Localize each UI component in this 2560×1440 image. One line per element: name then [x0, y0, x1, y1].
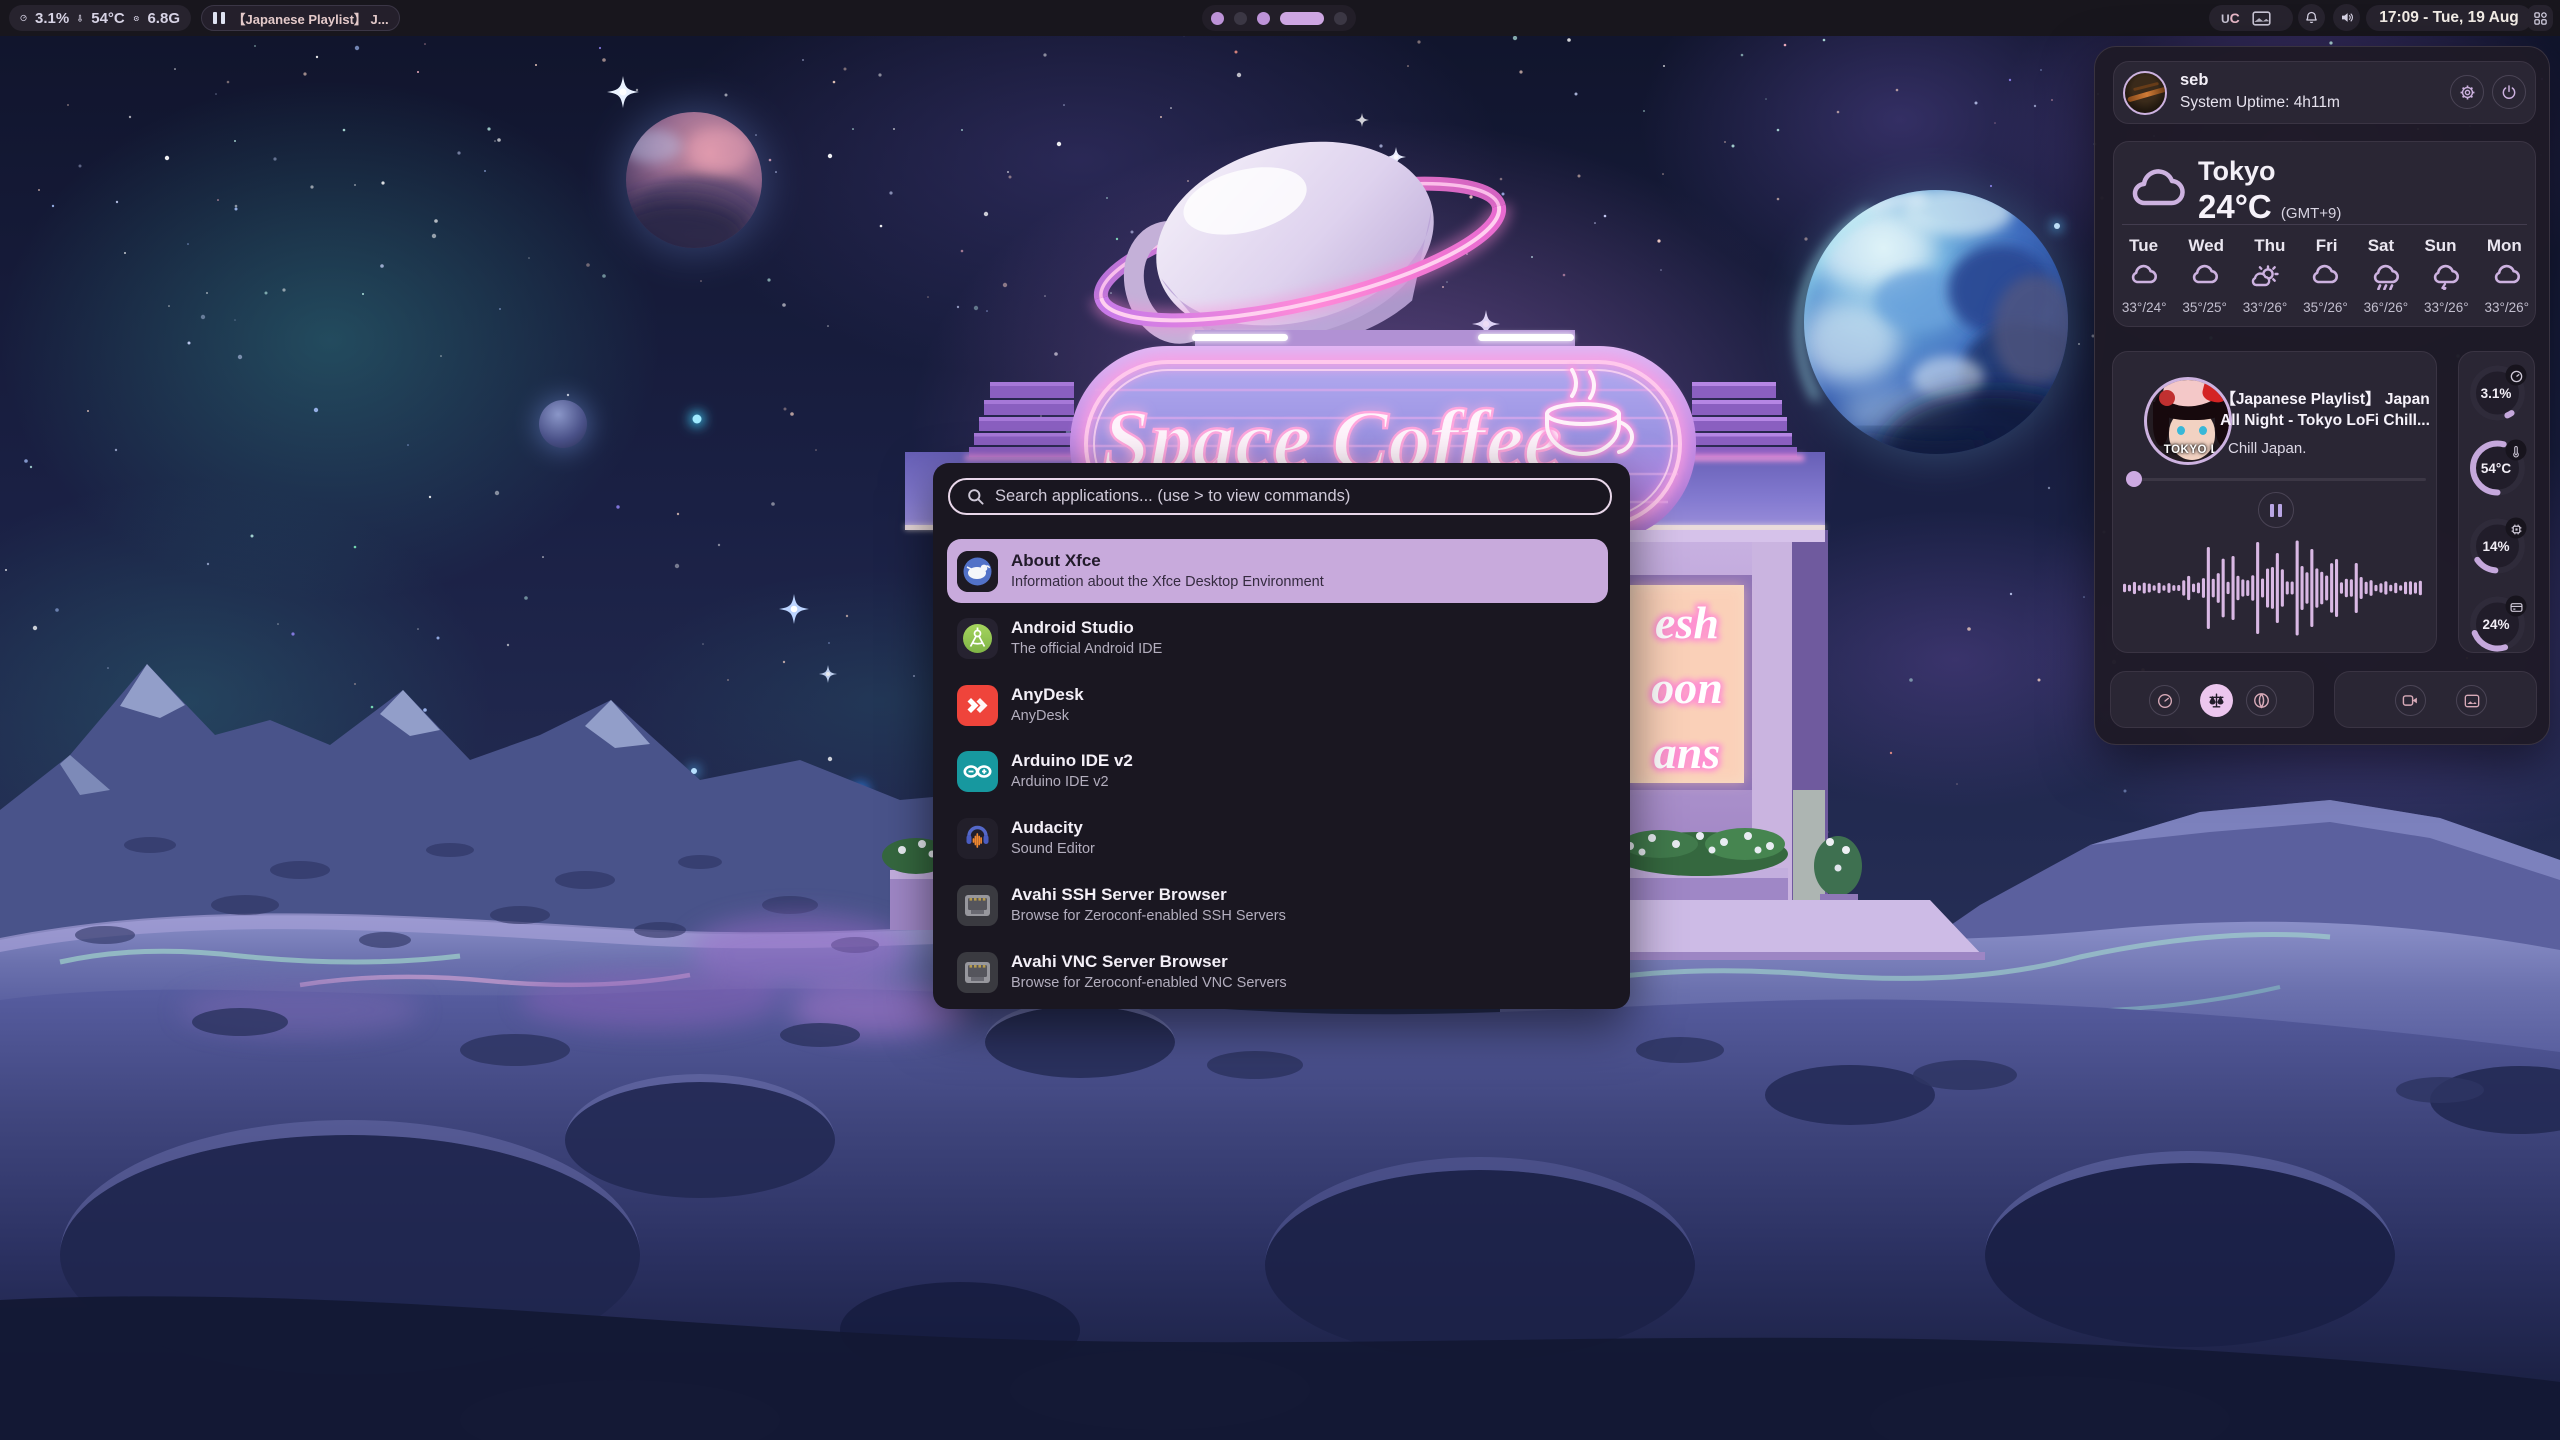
svg-text:14%: 14%	[2482, 539, 2509, 554]
svg-text:54°C: 54°C	[2481, 461, 2511, 476]
svg-text:oon: oon	[1651, 662, 1723, 713]
svg-text:ans: ans	[1654, 727, 1720, 778]
svg-text:24%: 24%	[2482, 617, 2509, 632]
svg-text:esh: esh	[1655, 597, 1719, 648]
svg-text:3.1%: 3.1%	[2481, 386, 2512, 401]
